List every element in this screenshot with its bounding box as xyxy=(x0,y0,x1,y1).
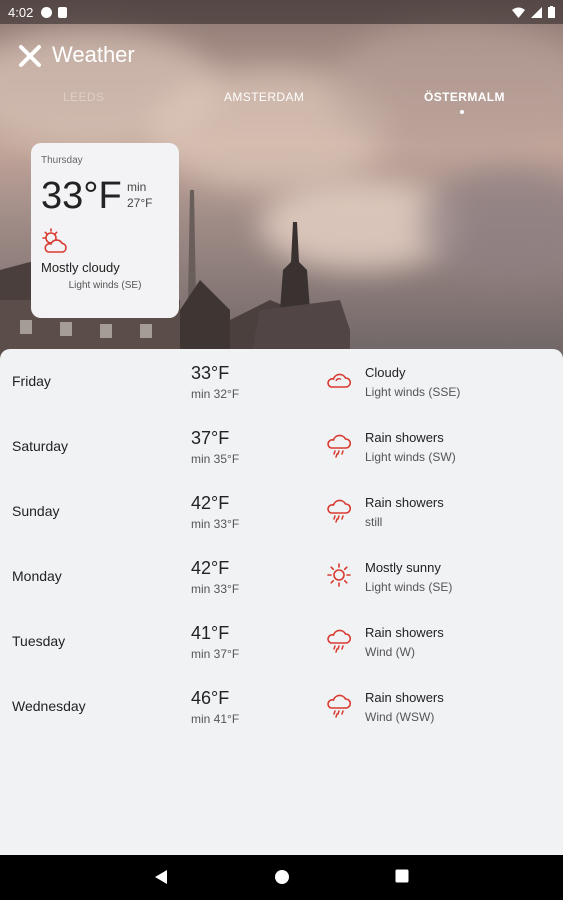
tab-leeds[interactable]: LEEDS xyxy=(63,90,104,104)
today-min: 27°F xyxy=(127,196,153,210)
forecast-low: min 35°F xyxy=(191,452,240,466)
forecast-condition: Rain showers xyxy=(365,430,444,445)
forecast-condition: Rain showers xyxy=(365,625,444,640)
forecast-wind: still xyxy=(365,515,383,529)
active-tab-indicator xyxy=(460,110,464,114)
forecast-condition: Cloudy xyxy=(365,365,406,380)
forecast-condition: Rain showers xyxy=(365,690,444,705)
navigation-bar xyxy=(0,855,563,900)
notification-icon xyxy=(41,6,53,18)
forecast-low: min 33°F xyxy=(191,582,240,596)
sun-icon xyxy=(327,563,351,587)
forecast-day: Friday xyxy=(12,373,51,389)
tab-ostermalm[interactable]: ÖSTERMALM xyxy=(424,90,505,104)
close-icon[interactable] xyxy=(16,42,44,70)
forecast-row[interactable]: Tuesday 41°F min 37°F Rain showers Wind … xyxy=(0,609,563,674)
forecast-low: min 41°F xyxy=(191,712,240,726)
forecast-wind: Wind (W) xyxy=(365,645,415,659)
status-bar: 4:02 xyxy=(0,0,563,24)
rain-icon xyxy=(327,629,352,653)
sd-card-icon xyxy=(58,6,68,18)
forecast-row[interactable]: Monday 42°F min 33°F Mostly sunny Light … xyxy=(0,544,563,609)
recents-icon[interactable] xyxy=(395,869,409,883)
forecast-row[interactable]: Saturday 37°F min 35°F Rain showers Ligh… xyxy=(0,414,563,479)
back-icon[interactable] xyxy=(154,869,168,885)
cloudy-icon xyxy=(327,373,352,388)
home-icon[interactable] xyxy=(274,869,290,885)
forecast-high: 42°F xyxy=(191,493,230,513)
today-min-label: min xyxy=(127,180,147,194)
forecast-day: Sunday xyxy=(12,503,60,519)
forecast-low: min 33°F xyxy=(191,517,240,531)
forecast-list: Friday 33°F min 32°F Cloudy Light winds … xyxy=(0,349,563,855)
battery-icon xyxy=(548,6,555,18)
forecast-wind: Light winds (SW) xyxy=(365,450,456,464)
forecast-wind: Wind (WSW) xyxy=(365,710,435,724)
forecast-high: 33°F xyxy=(191,363,230,383)
partly-cloudy-icon xyxy=(42,228,67,253)
rain-icon xyxy=(327,694,352,718)
forecast-high: 41°F xyxy=(191,623,230,643)
forecast-condition: Mostly sunny xyxy=(365,560,441,575)
rain-icon xyxy=(327,434,352,458)
forecast-day: Wednesday xyxy=(12,698,86,714)
today-card: Thursday 33°F min 27°F Mostly cloudy Lig… xyxy=(31,143,179,318)
forecast-high: 37°F xyxy=(191,428,230,448)
forecast-high: 46°F xyxy=(191,688,230,708)
today-day: Thursday xyxy=(41,155,83,166)
today-condition: Mostly cloudy xyxy=(41,260,120,275)
page-title: Weather xyxy=(52,42,135,67)
forecast-day: Tuesday xyxy=(12,633,66,649)
rain-icon xyxy=(327,499,352,523)
today-wind: Light winds (SE) xyxy=(68,280,142,291)
forecast-row[interactable]: Wednesday 46°F min 41°F Rain showers Win… xyxy=(0,674,563,739)
forecast-row[interactable]: Sunday 42°F min 33°F Rain showers still xyxy=(0,479,563,544)
status-time: 4:02 xyxy=(8,4,34,20)
forecast-wind: Light winds (SSE) xyxy=(365,385,461,399)
city-tabs: LEEDS AMSTERDAM ÖSTERMALM xyxy=(0,90,563,114)
forecast-row[interactable]: Friday 33°F min 32°F Cloudy Light winds … xyxy=(0,349,563,414)
forecast-condition: Rain showers xyxy=(365,495,444,510)
forecast-low: min 37°F xyxy=(191,647,240,661)
forecast-day: Monday xyxy=(12,568,62,584)
tab-amsterdam[interactable]: AMSTERDAM xyxy=(224,90,304,104)
forecast-day: Saturday xyxy=(12,438,69,454)
wifi-icon xyxy=(512,7,525,18)
forecast-high: 42°F xyxy=(191,558,230,578)
signal-icon xyxy=(531,6,542,18)
forecast-wind: Light winds (SE) xyxy=(365,580,453,594)
today-temp: 33°F xyxy=(41,175,122,217)
forecast-low: min 32°F xyxy=(191,387,240,401)
